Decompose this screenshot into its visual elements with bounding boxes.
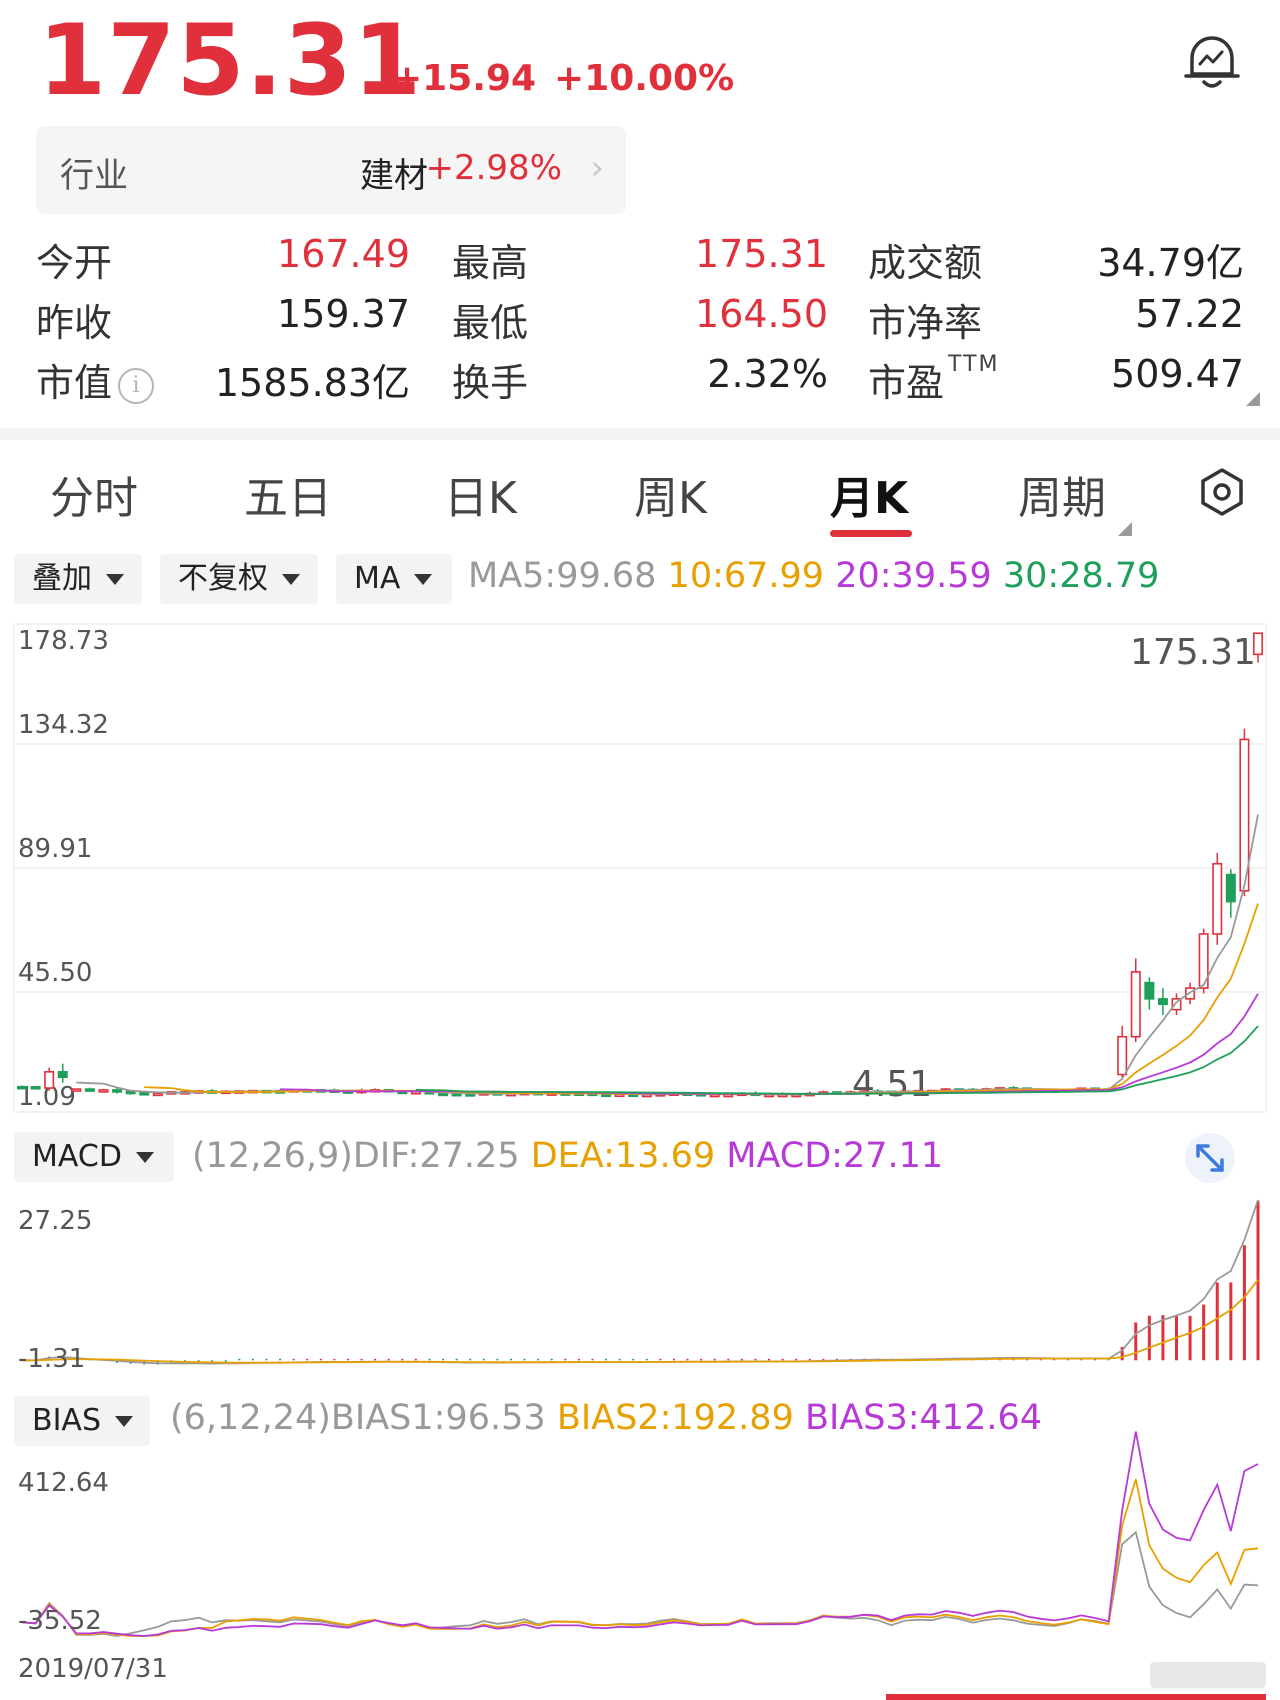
candle-body (451, 1092, 462, 1097)
ma10-line (144, 903, 1259, 1096)
macd-selector[interactable]: MACD (14, 1132, 174, 1182)
fullscreen-icon[interactable] (1184, 1132, 1236, 1184)
macd-selector-label: MACD (32, 1139, 122, 1174)
bias-selector[interactable]: BIAS (14, 1396, 150, 1446)
candle-body (1225, 873, 1236, 903)
caret-down-icon (135, 1152, 154, 1163)
bias-legend: (6,12,24)BIAS1:96.53 BIAS2:192.89 BIAS3:… (170, 1398, 1042, 1438)
candle-body (71, 1088, 82, 1092)
candle-body (98, 1089, 109, 1093)
candle-body (438, 1092, 449, 1097)
bias-y-tick-top: 412.64 (18, 1468, 109, 1498)
candle-body (84, 1088, 95, 1092)
dea-line (22, 1279, 1259, 1364)
bias-params: (6,12,24) (170, 1398, 331, 1438)
ma5-line (76, 814, 1259, 1096)
bias2-line (21, 1479, 1259, 1637)
macd-y-tick-bottom: -1.31 (18, 1344, 86, 1374)
macd-params: (12,26,9) (192, 1136, 353, 1176)
candle-body (1157, 998, 1168, 1006)
kline-chart[interactable] (0, 0, 1280, 1700)
macd-dea: DEA:13.69 (530, 1136, 716, 1176)
candle-body (1252, 632, 1264, 656)
ma20-line (280, 993, 1259, 1095)
bias1-line (21, 1530, 1259, 1637)
bias3-value: BIAS3:412.64 (804, 1398, 1043, 1438)
candle-body (139, 1091, 150, 1096)
candle-body (44, 1071, 55, 1089)
macd-legend: (12,26,9)DIF:27.25 DEA:13.69 MACD:27.11 (192, 1136, 943, 1176)
dif-line (21, 1199, 1259, 1365)
x-start-date: 2019/07/31 (18, 1654, 168, 1684)
macd-dif: DIF:27.25 (352, 1136, 520, 1176)
candle-body (112, 1089, 123, 1093)
chart-scroll-handle[interactable] (1150, 1662, 1266, 1688)
bias-y-tick-bottom: -35.52 (18, 1606, 102, 1636)
bias3-line (21, 1431, 1259, 1637)
candle-body (16, 1085, 28, 1090)
candle-body (1130, 971, 1141, 1038)
bias2-value: BIAS2:192.89 (556, 1398, 794, 1438)
candle-body (30, 1085, 41, 1090)
macd-value: MACD:27.11 (726, 1136, 944, 1176)
bias1-value: BIAS1:96.53 (330, 1398, 546, 1438)
caret-down-icon (115, 1416, 133, 1427)
scroll-position-indicator (886, 1694, 1266, 1700)
macd-y-tick-top: 27.25 (18, 1206, 93, 1236)
candle-body (57, 1071, 68, 1079)
candle-body (1212, 862, 1223, 935)
candle-body (1117, 1035, 1128, 1076)
bias-selector-label: BIAS (32, 1403, 101, 1438)
candle-body (1144, 981, 1155, 1000)
candle-body (152, 1092, 163, 1097)
